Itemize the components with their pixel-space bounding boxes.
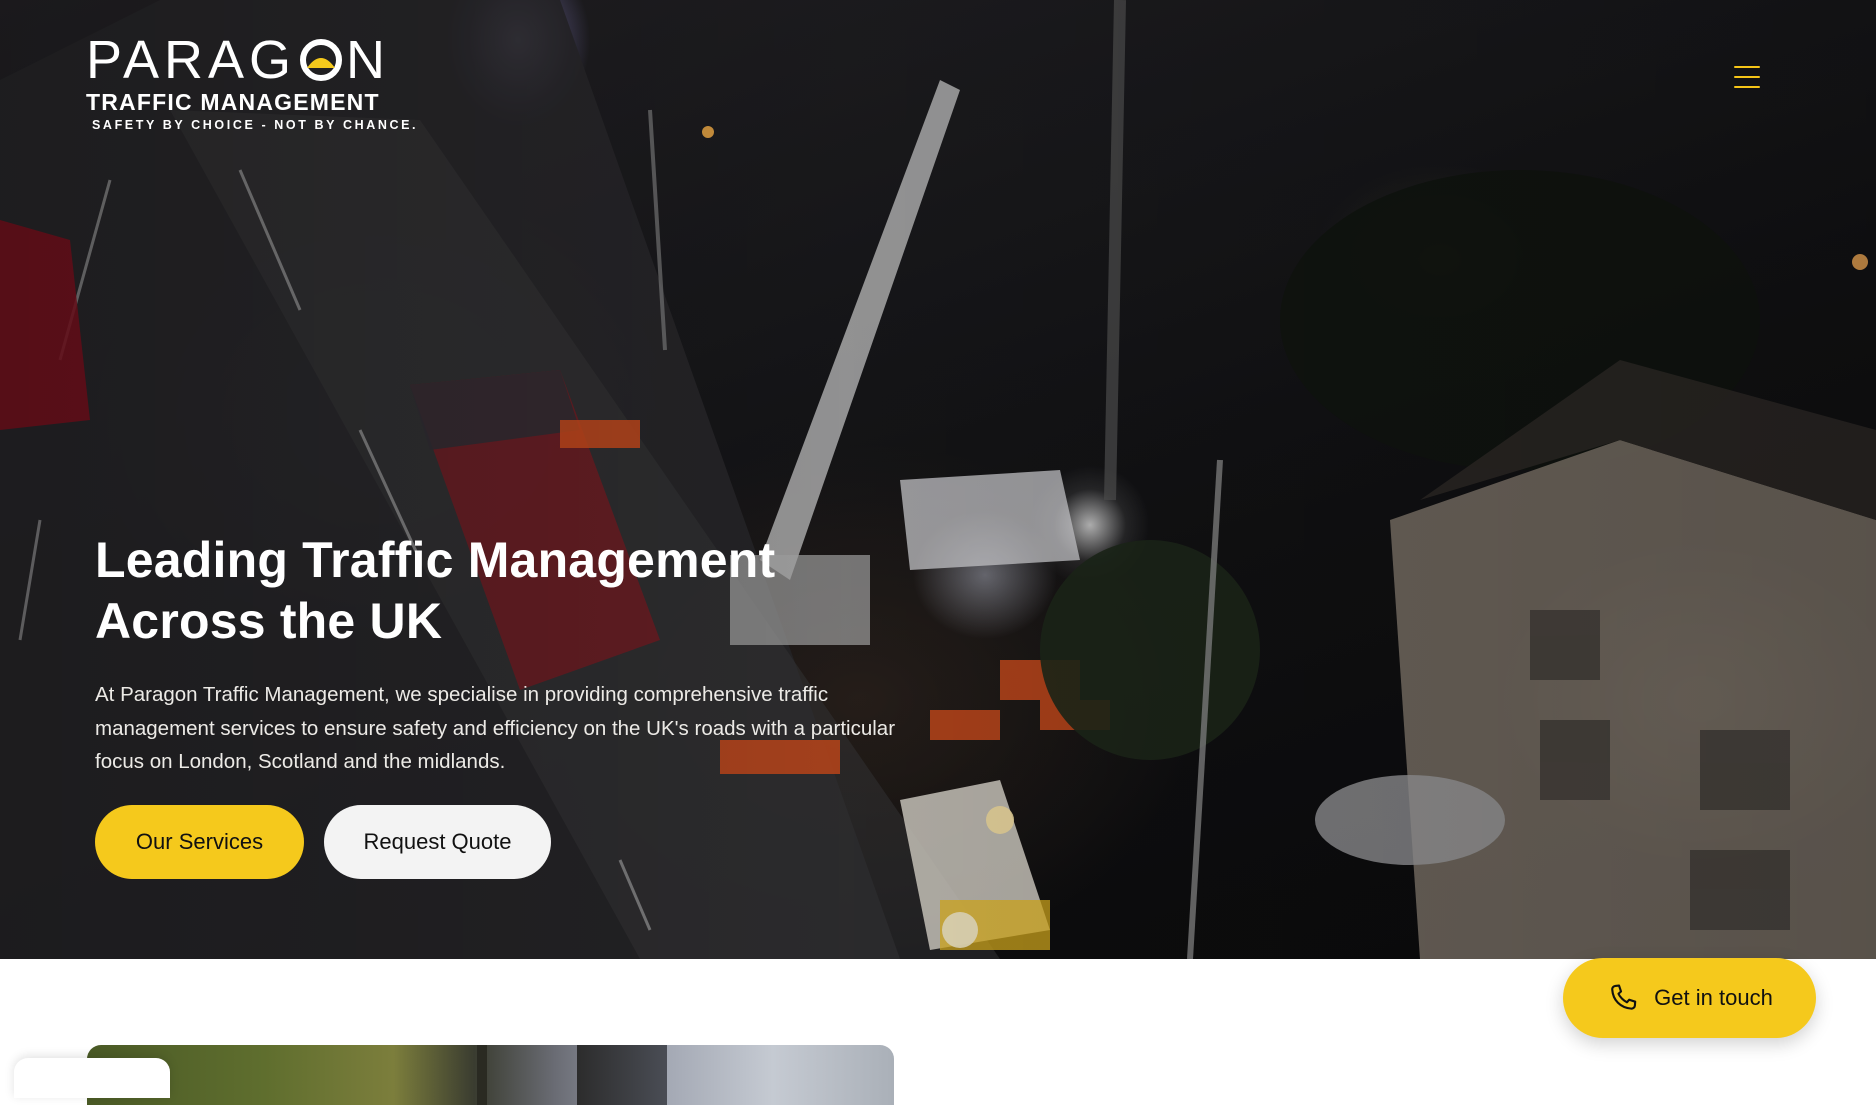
hero-buttons: Our Services Request Quote (95, 804, 955, 879)
get-in-touch-button[interactable]: Get in touch (1563, 958, 1816, 1038)
request-quote-button[interactable]: Request Quote (324, 804, 551, 879)
menu-line (1734, 86, 1760, 88)
logo-tagline: SAFETY BY CHOICE - NOT BY CHANCE. (92, 118, 419, 132)
hero-section: PARAG N TRAFFIC MANAGEMENT SAFETY BY CHO… (0, 0, 1876, 959)
section-preview-image (87, 1045, 894, 1105)
hero-title: Leading Traffic Management Across the UK (95, 532, 776, 649)
our-services-button[interactable]: Our Services (95, 804, 304, 879)
logo-text-right: N (346, 30, 391, 90)
logo-subtitle: TRAFFIC MANAGEMENT (86, 89, 380, 115)
get-in-touch-label: Get in touch (1654, 985, 1773, 1010)
hero-content: Leading Traffic Management Across the UK… (95, 530, 955, 879)
hamburger-icon[interactable] (1734, 66, 1760, 88)
menu-line (1734, 66, 1760, 68)
logo-wordmark: PARAG N (86, 32, 406, 88)
menu-line (1734, 76, 1760, 78)
phone-icon (1611, 984, 1637, 1010)
hero-description: At Paragon Traffic Management, we specia… (95, 683, 896, 773)
brand-logo[interactable]: PARAG N TRAFFIC MANAGEMENT SAFETY BY CHO… (86, 32, 419, 133)
cookie-widget-tab[interactable] (14, 1058, 170, 1098)
logo-text-left: PARAG (86, 30, 297, 90)
logo-o-mark-icon (300, 39, 343, 81)
